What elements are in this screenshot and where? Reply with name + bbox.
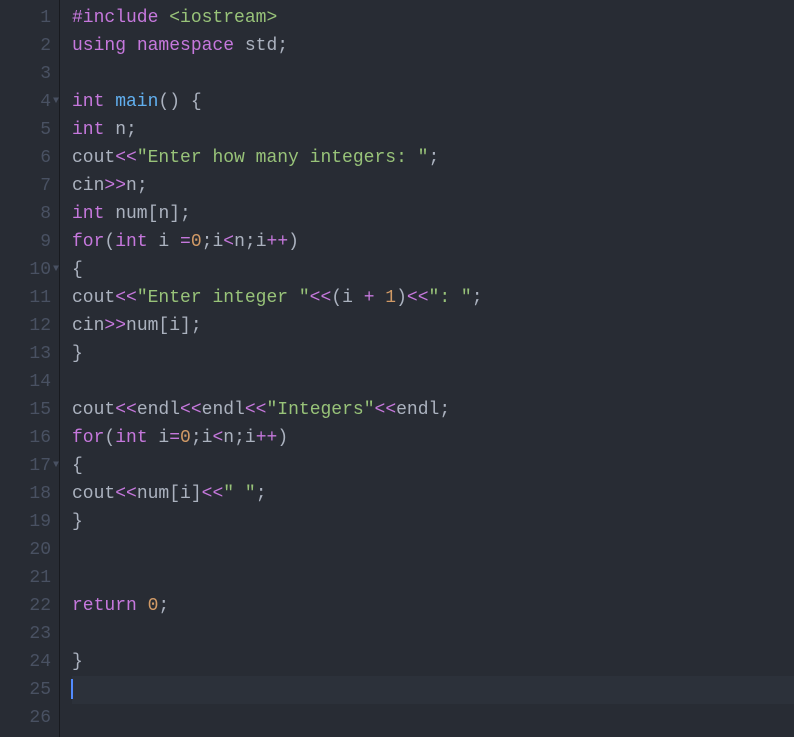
code-line[interactable]	[72, 368, 794, 396]
line-number[interactable]: 2	[16, 32, 51, 60]
code-line[interactable]	[72, 620, 794, 648]
code-line[interactable]: int num[n];	[72, 200, 794, 228]
code-line[interactable]: using namespace std;	[72, 32, 794, 60]
code-editor: 1 2 3 4▼ 5 6 7 8 9 10▼ 11 12 13 14 15 16…	[0, 0, 794, 737]
line-number[interactable]: 4▼	[16, 88, 51, 116]
line-number[interactable]: 13	[16, 340, 51, 368]
code-line[interactable]: {	[72, 256, 794, 284]
cursor-icon	[71, 679, 73, 699]
line-number[interactable]: 5	[16, 116, 51, 144]
code-line[interactable]: cin>>n;	[72, 172, 794, 200]
fold-marker-icon[interactable]: ▼	[53, 452, 59, 480]
line-number[interactable]: 23	[16, 620, 51, 648]
code-line[interactable]: cin>>num[i];	[72, 312, 794, 340]
code-content[interactable]: #include <iostream> using namespace std;…	[60, 0, 794, 737]
line-number[interactable]: 16	[16, 424, 51, 452]
code-line[interactable]: for(int i=0;i<n;i++)	[72, 424, 794, 452]
line-number[interactable]: 9	[16, 228, 51, 256]
code-line[interactable]: }	[72, 340, 794, 368]
line-number[interactable]: 11	[16, 284, 51, 312]
code-line[interactable]: int n;	[72, 116, 794, 144]
line-number[interactable]: 10▼	[16, 256, 51, 284]
line-number[interactable]: 7	[16, 172, 51, 200]
line-number[interactable]: 24	[16, 648, 51, 676]
line-number[interactable]: 21	[16, 564, 51, 592]
code-line[interactable]: return 0;	[72, 592, 794, 620]
line-number[interactable]: 14	[16, 368, 51, 396]
code-line-active[interactable]	[72, 676, 794, 704]
line-number[interactable]: 26	[16, 704, 51, 732]
code-line[interactable]: #include <iostream>	[72, 4, 794, 32]
code-line[interactable]: int main() {	[72, 88, 794, 116]
code-line[interactable]: cout<<num[i]<<" ";	[72, 480, 794, 508]
line-number[interactable]: 8	[16, 200, 51, 228]
line-number[interactable]: 19	[16, 508, 51, 536]
code-line[interactable]	[72, 704, 794, 732]
line-number[interactable]: 6	[16, 144, 51, 172]
line-number[interactable]: 1	[16, 4, 51, 32]
code-line[interactable]	[72, 60, 794, 88]
fold-marker-icon[interactable]: ▼	[53, 88, 59, 116]
code-line[interactable]: cout<<"Enter integer "<<(i + 1)<<": ";	[72, 284, 794, 312]
code-line[interactable]: for(int i =0;i<n;i++)	[72, 228, 794, 256]
line-number[interactable]: 20	[16, 536, 51, 564]
code-line[interactable]: }	[72, 648, 794, 676]
line-number[interactable]: 25	[16, 676, 51, 704]
line-number-gutter: 1 2 3 4▼ 5 6 7 8 9 10▼ 11 12 13 14 15 16…	[0, 0, 60, 737]
line-number[interactable]: 17▼	[16, 452, 51, 480]
code-line[interactable]: }	[72, 508, 794, 536]
line-number[interactable]: 15	[16, 396, 51, 424]
code-line[interactable]: {	[72, 452, 794, 480]
line-number[interactable]: 12	[16, 312, 51, 340]
line-number[interactable]: 3	[16, 60, 51, 88]
code-line[interactable]: cout<<"Enter how many integers: ";	[72, 144, 794, 172]
line-number[interactable]: 18	[16, 480, 51, 508]
fold-marker-icon[interactable]: ▼	[53, 256, 59, 284]
code-line[interactable]: cout<<endl<<endl<<"Integers"<<endl;	[72, 396, 794, 424]
code-line[interactable]	[72, 536, 794, 564]
code-line[interactable]	[72, 564, 794, 592]
line-number[interactable]: 22	[16, 592, 51, 620]
